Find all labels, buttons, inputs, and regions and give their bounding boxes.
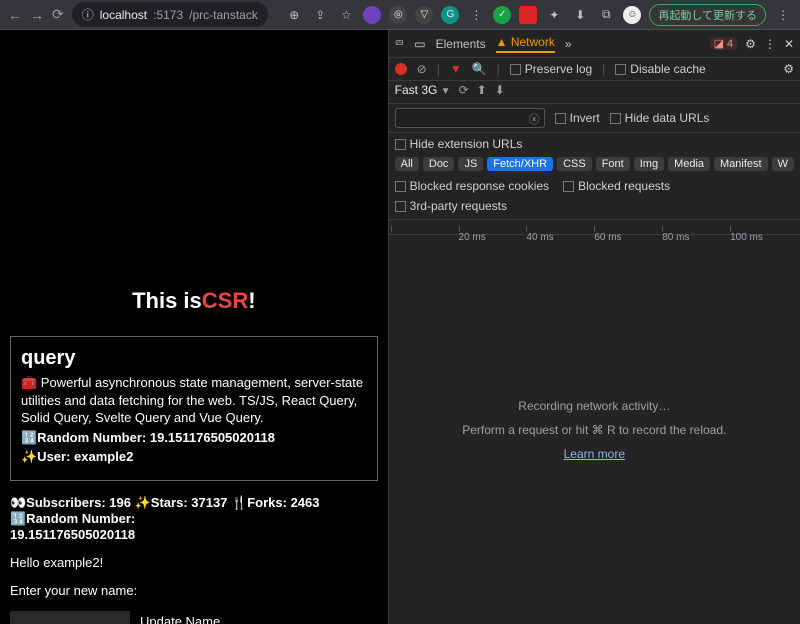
settings-icon[interactable]: ⚙ <box>745 37 756 51</box>
type-chip-media[interactable]: Media <box>668 157 710 171</box>
download-icon[interactable]: ⬇ <box>495 83 505 97</box>
name-input[interactable] <box>10 611 130 624</box>
extension-icon[interactable]: ✓ <box>493 6 511 24</box>
query-desc: 🧰 Powerful asynchronous state management… <box>21 374 367 427</box>
type-chip-w[interactable]: W <box>772 157 794 171</box>
learn-more-link[interactable]: Learn more <box>564 447 625 461</box>
type-chip-css[interactable]: CSS <box>557 157 592 171</box>
request-type-filter: All DocJS Fetch/XHR CSS Font Img Media Manifest… <box>389 155 800 177</box>
address-bar[interactable]: ⓘ localhost :5173 /prc-tanstack <box>72 2 268 27</box>
type-chip-js[interactable]: JS <box>458 157 483 171</box>
timeline-tick: 60 ms <box>594 232 621 243</box>
timeline-tick: 40 ms <box>526 232 553 243</box>
extensions-icon[interactable]: ✦ <box>545 6 563 24</box>
kebab-icon[interactable]: ⋮ <box>764 37 776 51</box>
extension-icon[interactable] <box>363 6 381 24</box>
devtools-panel: ⮹ ▭ Elements ▲ Network » ◪ 4 ⚙ ⋮ ✕ ⊘ | ▼… <box>388 30 800 624</box>
hero-prefix: This is <box>132 288 202 314</box>
extension-icon[interactable]: G <box>441 6 459 24</box>
menu-icon[interactable]: ⋮ <box>774 6 792 24</box>
filter-input[interactable]: ⓧ <box>395 108 545 128</box>
type-chip-font[interactable]: Font <box>596 157 630 171</box>
hide-extension-urls-checkbox[interactable]: Hide extension URLs <box>395 137 794 151</box>
blocked-requests-checkbox[interactable]: Blocked requests <box>563 179 670 193</box>
hello-text: Hello example2! <box>10 555 378 570</box>
copy-icon[interactable]: ⧉ <box>597 6 615 24</box>
invert-checkbox[interactable]: Invert <box>555 111 600 125</box>
profile-avatar[interactable]: ☺ <box>623 6 641 24</box>
url-port: :5173 <box>153 8 183 22</box>
update-name-button[interactable]: Update Name <box>140 614 220 624</box>
issues-badge[interactable]: ◪ 4 <box>710 37 738 50</box>
browser-toolbar: ← → ⟳ ⓘ localhost :5173 /prc-tanstack ⊕ … <box>0 0 800 30</box>
search-icon[interactable]: ⊕ <box>285 6 303 24</box>
network-empty-state: Recording network activity… Perform a re… <box>389 235 800 624</box>
search-icon[interactable]: 🔍 <box>472 62 487 76</box>
network-settings-icon[interactable]: ⚙ <box>783 62 794 76</box>
query-title: query <box>21 347 367 370</box>
timeline-tick: 80 ms <box>662 232 689 243</box>
extension-icon[interactable] <box>519 6 537 24</box>
star-icon[interactable]: ☆ <box>337 6 355 24</box>
type-chip-img[interactable]: Img <box>634 157 664 171</box>
hero-highlight: CSR <box>202 288 248 314</box>
close-icon[interactable]: ✕ <box>784 37 794 51</box>
throttle-select[interactable]: Fast 3G ▼ <box>395 83 451 97</box>
hero-suffix: ! <box>248 288 255 314</box>
preserve-log-checkbox[interactable]: Preserve log <box>510 62 592 76</box>
recording-line1: Recording network activity… <box>518 399 670 413</box>
upload-icon[interactable]: ⬆ <box>477 83 487 97</box>
disable-cache-checkbox[interactable]: Disable cache <box>615 62 705 76</box>
type-chip-manifest[interactable]: Manifest <box>714 157 768 171</box>
enter-label: Enter your new name: <box>10 583 378 598</box>
type-chip-doc[interactable]: Doc <box>423 157 455 171</box>
timeline-tick: 20 ms <box>459 232 486 243</box>
blocked-cookies-checkbox[interactable]: Blocked response cookies <box>395 179 549 193</box>
extension-icon[interactable]: ◎ <box>389 6 407 24</box>
clear-filter-icon[interactable]: ⓧ <box>529 111 540 127</box>
query-random: 🔢Random Number: 19.151176505020118 <box>21 429 367 447</box>
third-party-checkbox[interactable]: 3rd-party requests <box>395 199 794 213</box>
record-icon[interactable] <box>395 63 407 75</box>
extension-icon[interactable]: ▽ <box>415 6 433 24</box>
inspect-icon[interactable]: ⮹ <box>395 36 405 51</box>
url-path: /prc-tanstack <box>189 8 258 22</box>
url-host: localhost <box>100 8 147 22</box>
kebab-icon[interactable]: ⋮ <box>467 6 485 24</box>
tab-elements[interactable]: Elements <box>436 37 486 51</box>
timeline-tick: 100 ms <box>730 232 763 243</box>
nav-back-icon[interactable]: ← <box>8 7 22 23</box>
tab-network[interactable]: ▲ Network <box>496 35 555 53</box>
type-chip-fetchxhr[interactable]: Fetch/XHR <box>487 157 553 171</box>
device-toggle-icon[interactable]: ▭ <box>414 37 425 51</box>
reload-icon[interactable]: ⟳ <box>52 6 64 23</box>
update-button[interactable]: 再起動して更新する <box>649 4 766 26</box>
tab-more[interactable]: » <box>565 37 572 51</box>
hide-data-urls-checkbox[interactable]: Hide data URLs <box>610 111 710 125</box>
share-icon[interactable]: ⇪ <box>311 6 329 24</box>
info-icon: ⓘ <box>82 6 94 23</box>
timeline-ruler: 20 ms40 ms60 ms80 ms100 ms <box>389 220 800 235</box>
page-viewport: This is CSR ! query 🧰 Powerful asynchron… <box>0 30 388 624</box>
recording-line2: Perform a request or hit ⌘ R to record t… <box>462 423 726 437</box>
query-user: ✨User: example2 <box>21 448 367 466</box>
nav-forward-icon[interactable]: → <box>30 7 44 23</box>
download-icon[interactable]: ⬇ <box>571 6 589 24</box>
type-chip-all[interactable]: All <box>395 157 419 171</box>
stats-line: 👀Subscribers: 196 ✨Stars: 37137 🍴Forks: … <box>10 495 378 542</box>
filter-icon[interactable]: ▼ <box>450 62 462 76</box>
wifi-icon[interactable]: ⟳ <box>459 83 469 97</box>
toolbar-icons: ⊕ ⇪ ☆ ◎ ▽ G ⋮ ✓ ✦ ⬇ ⧉ ☺ 再起動して更新する ⋮ <box>285 4 792 26</box>
hero-heading: This is CSR ! <box>0 30 388 320</box>
clear-icon[interactable]: ⊘ <box>417 62 427 76</box>
query-box: query 🧰 Powerful asynchronous state mana… <box>10 336 378 481</box>
